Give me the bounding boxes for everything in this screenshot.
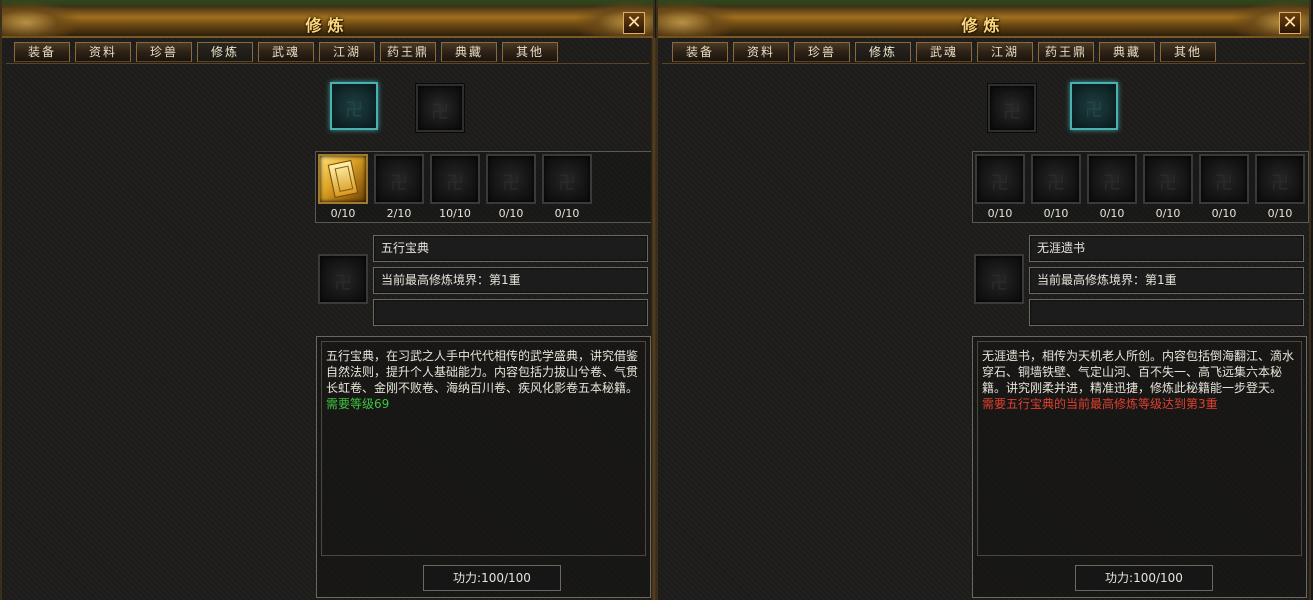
requirement-text: 需要等级69 (326, 397, 390, 411)
tab-jianghu[interactable]: 江湖 (977, 42, 1033, 62)
title-bar: 修炼 ✕ (658, 0, 1309, 38)
book-slot[interactable] (416, 84, 464, 132)
skill-progress-2: 2/10 (386, 207, 412, 220)
tab-collection[interactable]: 典藏 (1099, 42, 1155, 62)
cultivation-panel-left: 修炼 ✕ 装备 资料 珍兽 修炼 武魂 江湖 药王鼎 典藏 其他 0/10 2/… (0, 0, 655, 600)
description-text-area[interactable]: 无涯遗书，相传为天机老人所创。内容包括倒海翻江、滴水穿石、铜墙铁壁、气定山河、百… (977, 341, 1302, 556)
skill-slot-2[interactable] (1031, 154, 1081, 204)
tab-profile[interactable]: 资料 (75, 42, 131, 62)
book-info-icon (318, 254, 368, 304)
realm-field: 当前最高修炼境界：第1重 (373, 267, 648, 294)
tab-medicine-cauldron[interactable]: 药王鼎 (1038, 42, 1094, 62)
tab-divider (662, 63, 1305, 64)
description-text: 无涯遗书，相传为天机老人所创。内容包括倒海翻江、滴水穿石、铜墙铁壁、气定山河、百… (982, 349, 1295, 395)
extra-field (1029, 299, 1304, 326)
tab-cultivation[interactable]: 修炼 (855, 42, 911, 62)
extra-field (373, 299, 648, 326)
description-box: 五行宝典，在习武之人手中代代相传的武学盛典，讲究借鉴自然法则，提升个人基础能力。… (316, 336, 651, 598)
tab-equipment[interactable]: 装备 (672, 42, 728, 62)
skill-progress-6: 0/10 (1267, 207, 1293, 220)
book-name-field: 五行宝典 (373, 235, 648, 262)
skill-slot-3[interactable] (1087, 154, 1137, 204)
close-button[interactable]: ✕ (623, 12, 645, 34)
tab-martial-soul[interactable]: 武魂 (916, 42, 972, 62)
power-display: 功力:100/100 (423, 565, 561, 591)
book-slot[interactable] (988, 84, 1036, 132)
skill-progress-5: 0/10 (1211, 207, 1237, 220)
skill-progress-3: 10/10 (439, 207, 471, 220)
tab-pets[interactable]: 珍兽 (794, 42, 850, 62)
skill-slot-3[interactable] (430, 154, 480, 204)
skill-progress-4: 0/10 (498, 207, 524, 220)
description-box: 无涯遗书，相传为天机老人所创。内容包括倒海翻江、滴水穿石、铜墙铁壁、气定山河、百… (972, 336, 1307, 598)
tab-pets[interactable]: 珍兽 (136, 42, 192, 62)
skill-slot-6[interactable] (1255, 154, 1305, 204)
skill-slot-4[interactable] (1143, 154, 1193, 204)
skill-progress-5: 0/10 (554, 207, 580, 220)
skill-slot-2[interactable] (374, 154, 424, 204)
skill-slot-5[interactable] (1199, 154, 1249, 204)
description-text: 五行宝典，在习武之人手中代代相传的武学盛典，讲究借鉴自然法则，提升个人基础能力。… (326, 349, 639, 395)
close-button[interactable]: ✕ (1279, 12, 1301, 34)
skill-progress-3: 0/10 (1099, 207, 1125, 220)
tab-collection[interactable]: 典藏 (441, 42, 497, 62)
realm-field: 当前最高修炼境界：第1重 (1029, 267, 1304, 294)
skill-progress-1: 0/10 (987, 207, 1013, 220)
tab-other[interactable]: 其他 (1160, 42, 1216, 62)
description-text-area[interactable]: 五行宝典，在习武之人手中代代相传的武学盛典，讲究借鉴自然法则，提升个人基础能力。… (321, 341, 646, 556)
book-icon (327, 159, 359, 199)
panel-title: 修炼 (305, 16, 350, 35)
skill-progress-2: 0/10 (1043, 207, 1069, 220)
tab-medicine-cauldron[interactable]: 药王鼎 (380, 42, 436, 62)
book-slot-selected[interactable] (330, 82, 378, 130)
tab-profile[interactable]: 资料 (733, 42, 789, 62)
skill-slot-5[interactable] (542, 154, 592, 204)
game-screen: 修炼 ✕ 装备 资料 珍兽 修炼 武魂 江湖 药王鼎 典藏 其他 0/10 2/… (0, 0, 1313, 600)
requirement-text: 需要五行宝典的当前最高修炼等级达到第3重 (982, 397, 1218, 411)
book-name-field: 无涯遗书 (1029, 235, 1304, 262)
book-slot-selected[interactable] (1070, 82, 1118, 130)
skill-slot-1[interactable] (975, 154, 1025, 204)
skill-slot-1[interactable] (318, 154, 368, 204)
power-display: 功力:100/100 (1075, 565, 1213, 591)
skill-progress-1: 0/10 (330, 207, 356, 220)
panel-title: 修炼 (961, 16, 1006, 35)
book-info-icon (974, 254, 1024, 304)
cultivation-panel-right: 修炼 ✕ 装备 资料 珍兽 修炼 武魂 江湖 药王鼎 典藏 其他 0/10 0/… (656, 0, 1311, 600)
tab-jianghu[interactable]: 江湖 (319, 42, 375, 62)
skill-progress-4: 0/10 (1155, 207, 1181, 220)
title-bar: 修炼 ✕ (2, 0, 653, 38)
tab-equipment[interactable]: 装备 (14, 42, 70, 62)
tab-martial-soul[interactable]: 武魂 (258, 42, 314, 62)
skill-slot-4[interactable] (486, 154, 536, 204)
tab-other[interactable]: 其他 (502, 42, 558, 62)
tab-divider (6, 63, 649, 64)
tab-cultivation[interactable]: 修炼 (197, 42, 253, 62)
